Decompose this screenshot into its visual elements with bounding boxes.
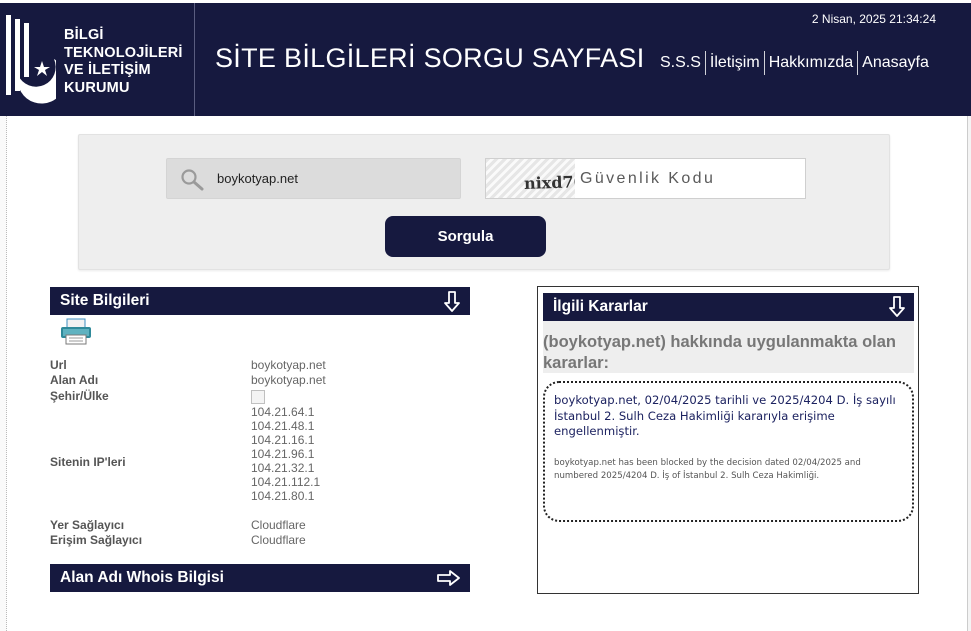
logo-line: TEKNOLOJİLERİ	[64, 44, 183, 61]
nav-about[interactable]: Hakkımızda	[765, 54, 857, 72]
logo-line: VE İLETİŞİM	[64, 62, 151, 78]
ip-list: 104.21.64.1 104.21.48.1 104.21.16.1 104.…	[251, 405, 320, 503]
domain-input[interactable]	[217, 159, 457, 198]
logo-line: BİLGİ	[64, 27, 104, 43]
whois-title: Alan Adı Whois Bilgisi	[60, 569, 224, 586]
captcha-field: nixd76	[485, 158, 806, 199]
url-label: Url	[50, 358, 67, 372]
logo[interactable]: BİLGİ TEKNOLOJİLERİ VE İLETİŞİM KURUMU	[0, 3, 195, 116]
printer-icon[interactable]	[60, 318, 92, 345]
url-value: boykotyap.net	[251, 358, 326, 372]
captcha-text: nixd76	[523, 171, 575, 194]
left-edge	[0, 116, 7, 631]
ip-address: 104.21.80.1	[251, 489, 315, 503]
ip-address: 104.21.64.1	[251, 405, 315, 419]
decisions-panel: İlgili Kararlar (boykotyap.net) hakkında…	[537, 286, 919, 594]
captcha-image: nixd76	[486, 159, 575, 198]
nav-faq[interactable]: S.S.S	[656, 54, 705, 72]
site-info-header[interactable]: Site Bilgileri	[50, 287, 470, 315]
decisions-header[interactable]: İlgili Kararlar	[543, 293, 914, 321]
decisions-subtitle: (boykotyap.net) hakkında uygulanmakta ol…	[543, 333, 896, 372]
query-box	[166, 158, 461, 199]
download-arrow-icon	[444, 291, 460, 312]
right-arrow-icon	[437, 570, 460, 586]
access-value: Cloudflare	[251, 533, 306, 547]
datetime: 2 Nisan, 2025 21:34:24	[811, 12, 936, 26]
whois-header[interactable]: Alan Adı Whois Bilgisi	[50, 564, 470, 592]
hosting-value: Cloudflare	[251, 518, 306, 532]
decision-card: boykotyap.net, 02/04/2025 tarihli ve 202…	[543, 381, 914, 522]
domain-value: boykotyap.net	[251, 373, 326, 387]
nav-contact[interactable]: İletişim	[706, 54, 764, 72]
hosting-label: Yer Sağlayıcı	[50, 518, 125, 532]
nav-divider	[704, 51, 706, 75]
download-arrow-icon	[889, 296, 905, 317]
broken-image-icon	[251, 390, 265, 404]
nav-divider	[763, 51, 765, 75]
decision-text-en: boykotyap.net has been blocked by the de…	[554, 458, 861, 481]
search-panel: nixd76 Sorgula	[78, 134, 890, 270]
search-icon	[181, 169, 204, 191]
logo-mark-icon	[6, 15, 56, 104]
ip-address: 104.21.16.1	[251, 433, 315, 447]
top-nav: S.S.S İletişim Hakkımızda Anasayfa	[656, 51, 933, 75]
city-country-label: Şehir/Ülke	[50, 389, 109, 403]
site-info-title: Site Bilgileri	[60, 292, 150, 309]
nav-home[interactable]: Anasayfa	[858, 54, 933, 72]
security-code-input[interactable]	[577, 159, 805, 198]
domain-label: Alan Adı	[50, 373, 99, 387]
decision-text-tr: boykotyap.net, 02/04/2025 tarihli ve 202…	[554, 393, 896, 438]
decisions-title: İlgili Kararlar	[553, 298, 648, 315]
ip-label: Sitenin IP'leri	[50, 455, 126, 469]
logo-line: KURUMU	[64, 79, 130, 96]
nav-divider	[857, 51, 859, 75]
query-button[interactable]: Sorgula	[385, 216, 546, 257]
page-title: SİTE BİLGİLERİ SORGU SAYFASI	[215, 43, 645, 73]
scrollbar[interactable]	[967, 116, 971, 631]
logo-text: BİLGİ TEKNOLOJİLERİ VE İLETİŞİM KURUMU	[64, 27, 183, 97]
ip-address: 104.21.32.1	[251, 461, 315, 475]
header: BİLGİ TEKNOLOJİLERİ VE İLETİŞİM KURUMU S…	[0, 3, 971, 116]
access-label: Erişim Sağlayıcı	[50, 533, 143, 547]
ip-address: 104.21.48.1	[251, 419, 315, 433]
page: BİLGİ TEKNOLOJİLERİ VE İLETİŞİM KURUMU S…	[0, 0, 971, 631]
ip-address: 104.21.96.1	[251, 447, 315, 461]
ip-address: 104.21.112.1	[251, 475, 321, 489]
